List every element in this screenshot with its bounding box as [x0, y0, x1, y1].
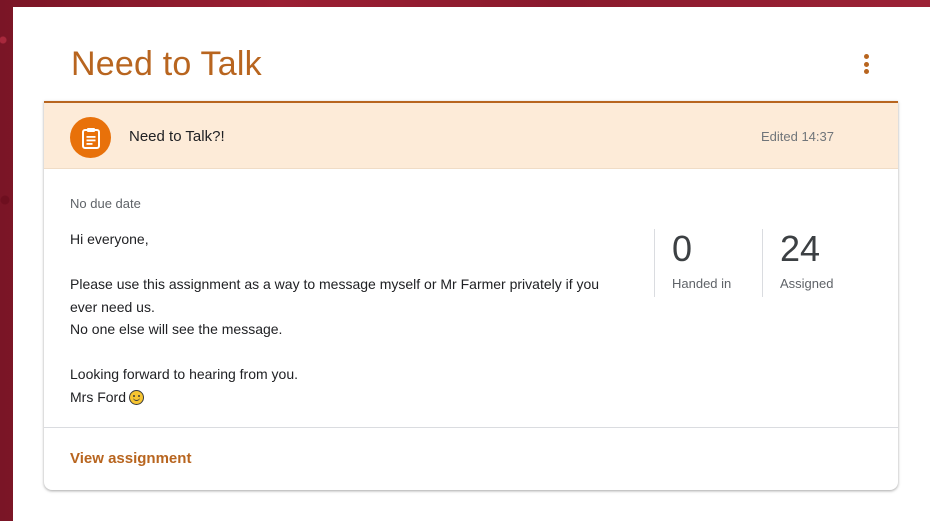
more-dot	[863, 61, 869, 67]
description-line: Please use this assignment as a way to m…	[70, 276, 600, 292]
assignment-icon	[70, 117, 111, 158]
more-dot	[863, 69, 869, 74]
signature: Mrs Ford	[70, 388, 126, 405]
assigned-label: Assigned	[780, 276, 834, 291]
assigned-stat[interactable]: 24 Assigned	[762, 229, 872, 297]
due-date: No due date	[70, 196, 141, 211]
assigned-count: 24	[780, 228, 821, 269]
assignment-header[interactable]: Need to Talk?! Edited 14:37	[44, 101, 898, 169]
handed-in-label: Handed in	[672, 276, 732, 291]
description-line: Hi everyone,	[70, 231, 149, 247]
smiley-emoji-icon	[129, 389, 144, 405]
signature-line: Mrs Ford	[70, 386, 640, 409]
more-dot	[863, 54, 869, 59]
card-footer: View assignment	[44, 427, 898, 490]
description-line: Looking forward to hearing from you.	[70, 366, 299, 382]
assignment-description: Hi everyone, Please use this assignment …	[70, 228, 640, 408]
more-options-icon[interactable]	[859, 51, 873, 77]
handed-in-stat[interactable]: 0 Handed in	[654, 229, 762, 297]
assignment-card: Need to Talk?! Edited 14:37 No due date …	[44, 101, 898, 490]
handed-in-count: 0	[672, 228, 693, 269]
view-assignment-link[interactable]: View assignment	[70, 450, 191, 467]
description-line: No one else will see the message.	[70, 321, 283, 337]
edited-timestamp: Edited 14:37	[760, 129, 834, 144]
topic-title: Need to Talk	[71, 45, 262, 83]
topic-panel: Need to Talk Need to Talk?! Edited 14:37…	[13, 7, 930, 521]
assignment-title: Need to Talk?!	[129, 128, 225, 145]
description-line: ever need us.	[70, 298, 155, 315]
